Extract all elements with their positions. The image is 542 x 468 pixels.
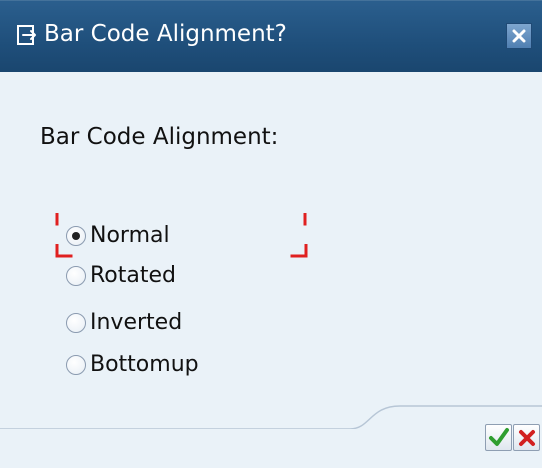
window-title: Bar Code Alignment? [44, 21, 287, 47]
radio-option-rotated[interactable]: Rotated [66, 262, 176, 290]
radio-option-normal[interactable]: Normal [66, 222, 170, 250]
focus-corner-top-left [55, 213, 59, 226]
focus-corner-bottom-right [290, 244, 308, 258]
prompt-label: Bar Code Alignment: [40, 124, 279, 150]
close-button[interactable] [506, 23, 532, 49]
cancel-button[interactable] [513, 424, 540, 451]
radio-button-bottomup[interactable] [66, 355, 86, 375]
radio-button-normal[interactable] [66, 226, 86, 246]
radio-button-inverted[interactable] [66, 313, 86, 333]
dialog-icon [15, 23, 39, 47]
title-bar[interactable]: Bar Code Alignment? [0, 0, 542, 72]
radio-label-bottomup: Bottomup [90, 352, 199, 377]
focus-corner-top-right [303, 213, 307, 226]
radio-option-inverted[interactable]: Inverted [66, 309, 182, 337]
radio-label-inverted: Inverted [90, 310, 183, 335]
radio-button-rotated[interactable] [66, 266, 86, 286]
radio-label-normal: Normal [90, 223, 170, 248]
confirm-button[interactable] [485, 424, 512, 451]
footer-divider [0, 405, 542, 430]
radio-option-bottomup[interactable]: Bottomup [66, 351, 199, 379]
radio-label-rotated: Rotated [90, 263, 176, 288]
footer [0, 429, 542, 468]
bar-code-alignment-dialog: Bar Code Alignment? Bar Code Alignment: … [0, 0, 542, 468]
